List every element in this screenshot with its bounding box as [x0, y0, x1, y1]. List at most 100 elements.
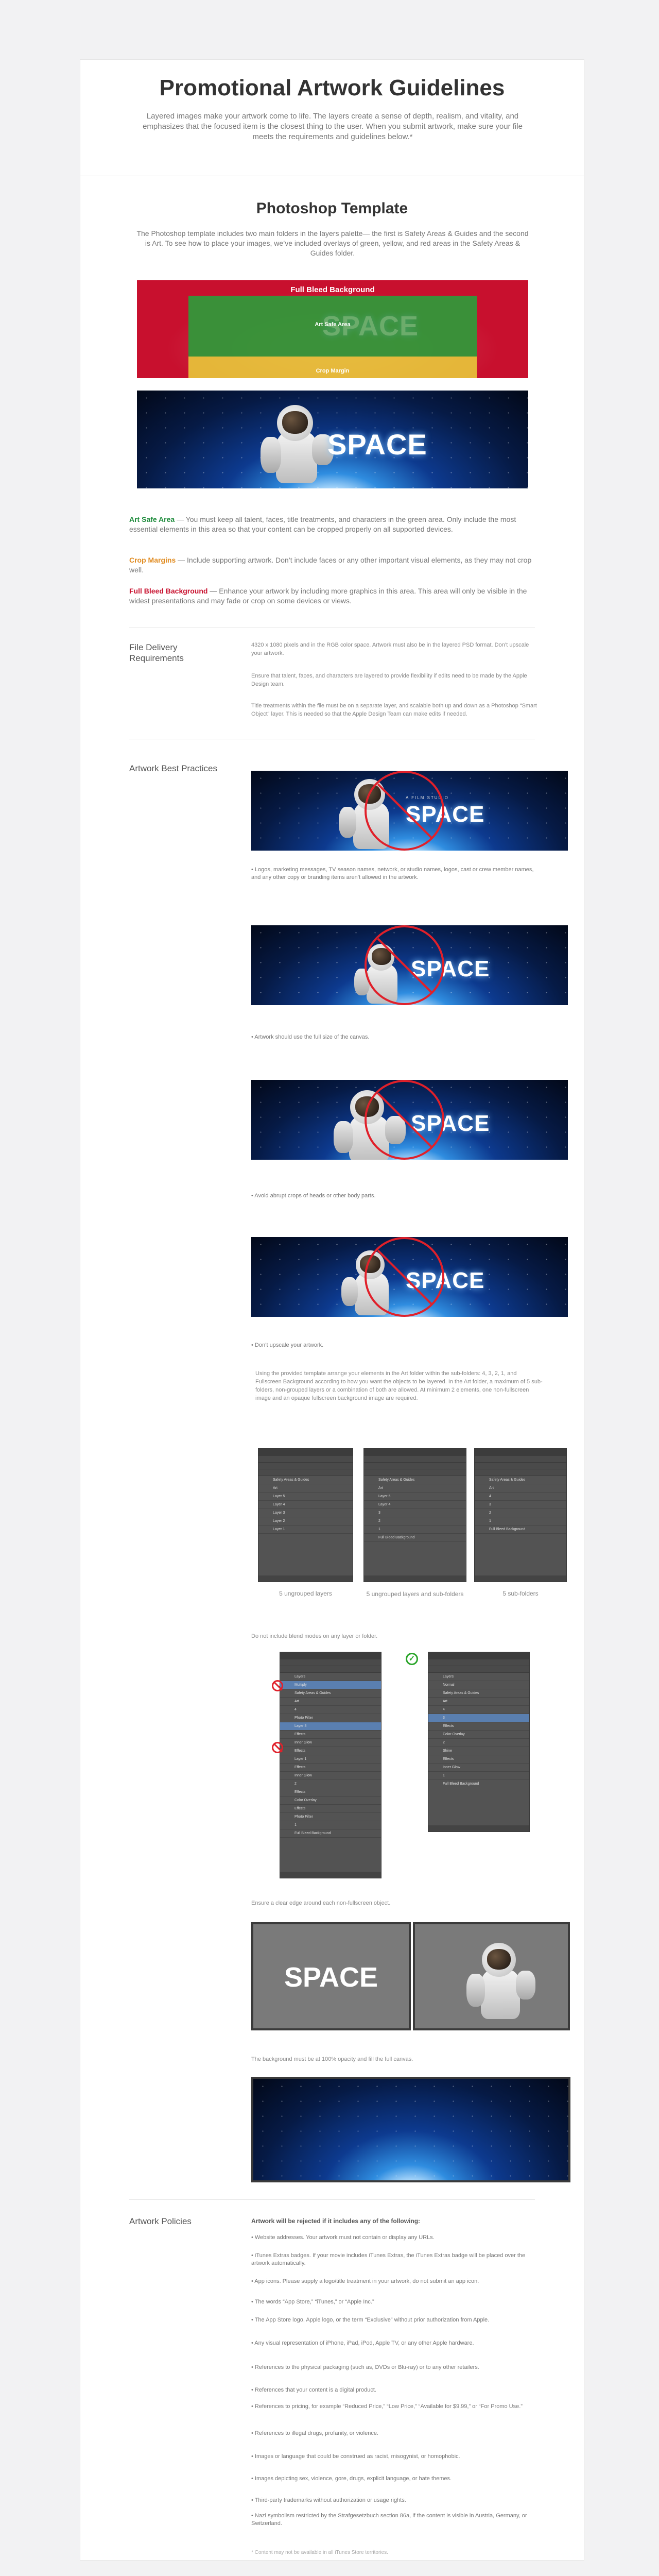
- layer-row: Layer 1: [280, 1755, 381, 1764]
- layers-panel-bad: Layers Multiply Safety Areas & Guides Ar…: [280, 1652, 381, 1878]
- policy-item: • References to the physical packaging (…: [251, 2364, 479, 2370]
- space-title: SPACE: [284, 1962, 378, 1993]
- layers-panel-2: Safety Areas & Guides Art Layer 5 Layer …: [363, 1448, 466, 1582]
- footnote: * Content may not be available in all iT…: [251, 2550, 388, 2555]
- layer-row: Layer 4: [258, 1501, 353, 1509]
- area-text: — Include supporting artwork. Don’t incl…: [129, 556, 532, 574]
- layer-row: Multiply: [280, 1681, 381, 1689]
- page-intro: Layered images make your artwork come to…: [143, 112, 523, 141]
- page-title: Promotional Artwork Guidelines: [159, 75, 505, 100]
- layer-row: Safety Areas & Guides: [364, 1476, 466, 1484]
- layer-row: Inner Glow: [280, 1772, 381, 1780]
- layer-row: Effects: [280, 1747, 381, 1755]
- layer-row: Effects: [280, 1731, 381, 1739]
- layer-row: Layer 4: [364, 1501, 466, 1509]
- prohibited-icon: [272, 1680, 283, 1691]
- best-practices-title: Artwork Best Practices: [129, 764, 217, 773]
- file-delivery-p2: Ensure that talent, faces, and character…: [251, 673, 527, 687]
- prohibited-icon: [365, 1237, 444, 1317]
- example-caption-3: • Avoid abrupt crops of heads or other b…: [251, 1193, 376, 1199]
- layer-row: Art: [364, 1484, 466, 1493]
- layer-row: Layers: [280, 1673, 381, 1681]
- example-banner-4: SPACE: [251, 1237, 568, 1317]
- policies-title: Artwork Policies: [129, 2216, 192, 2226]
- layer-row: Color Overlay: [428, 1731, 529, 1739]
- layer-row: 4: [280, 1706, 381, 1714]
- template-space-banner: SPACE: [137, 391, 528, 488]
- policy-item: • iTunes Extras badges. If your movie in…: [251, 2252, 526, 2266]
- layer-row: Full Bleed Background: [364, 1534, 466, 1542]
- layer-row: Layer 1: [258, 1526, 353, 1534]
- layer-row: Photo Filter: [280, 1813, 381, 1821]
- layer-row: Safety Areas & Guides: [280, 1689, 381, 1698]
- policy-item: • Images or language that could be const…: [251, 2453, 460, 2460]
- prohibited-icon: [365, 925, 444, 1005]
- layer-row: 3: [475, 1501, 566, 1509]
- policy-item: • Website addresses. Your artwork must n…: [251, 2234, 435, 2241]
- layer-row: 1: [428, 1772, 529, 1780]
- layer-row: Safety Areas & Guides: [475, 1476, 566, 1484]
- prohibited-icon: [365, 1080, 444, 1160]
- layer-row: Normal: [428, 1681, 529, 1689]
- example-caption-4: • Don’t upscale your artwork.: [251, 1342, 324, 1348]
- layer-row: Layer 3: [258, 1509, 353, 1517]
- policy-item: • The App Store logo, Apple logo, or the…: [251, 2317, 490, 2323]
- area-crop: Crop Margins — Include supporting artwor…: [129, 555, 536, 575]
- check-icon: ✓: [406, 1653, 418, 1665]
- layer-row: Photo Filter: [280, 1714, 381, 1722]
- layer-row: Art: [258, 1484, 353, 1493]
- file-delivery-p1: 4320 x 1080 pixels and in the RGB color …: [251, 642, 529, 656]
- template-overlay-banner: Full Bleed Background Crop Margin SPACE …: [137, 280, 528, 378]
- blend-modes-text: Do not include blend modes on any layer …: [251, 1633, 378, 1639]
- area-name: Art Safe Area: [129, 515, 175, 523]
- astronaut-image: [466, 1940, 539, 2022]
- layer-row: Color Overlay: [280, 1797, 381, 1805]
- divider: [129, 2199, 535, 2200]
- policy-item: • References to illegal drugs, profanity…: [251, 2430, 378, 2436]
- example-caption-1: • Logos, marketing messages, TV season n…: [251, 867, 534, 880]
- background-text: The background must be at 100% opacity a…: [251, 2056, 413, 2062]
- layer-row: 1: [280, 1821, 381, 1829]
- layer-row: 1: [364, 1526, 466, 1534]
- policy-item: • References that your content is a digi…: [251, 2387, 376, 2393]
- layer-row: Inner Glow: [428, 1764, 529, 1772]
- layer-row: Art: [280, 1698, 381, 1706]
- layer-row: Safety Areas & Guides: [258, 1476, 353, 1484]
- layer-row: Layer 5: [364, 1493, 466, 1501]
- background-example: [251, 2077, 570, 2182]
- policies-heading: Artwork will be rejected if it includes …: [251, 2217, 421, 2225]
- prohibited-icon: [365, 771, 444, 851]
- crop-margin-label: Crop Margin: [316, 368, 350, 374]
- full-bleed-label: Full Bleed Background: [290, 285, 375, 294]
- area-name: Crop Margins: [129, 556, 176, 564]
- policy-item: • Images depicting sex, violence, gore, …: [251, 2476, 452, 2482]
- layer-row: 2: [428, 1739, 529, 1747]
- art-safe-area: SPACE Art Safe Area: [188, 296, 477, 357]
- layer-row: Inner Glow: [280, 1739, 381, 1747]
- panel-caption-1: 5 ungrouped layers: [279, 1590, 332, 1597]
- policy-item: • App icons. Please supply a logo/title …: [251, 2278, 479, 2284]
- example-banner-1: A FILM STUDIO SPACE: [251, 771, 568, 851]
- layer-row: Art: [475, 1484, 566, 1493]
- layer-row: Full Bleed Background: [280, 1829, 381, 1838]
- area-text: — You must keep all talent, faces, title…: [129, 515, 516, 533]
- art-safe-label: Art Safe Area: [315, 321, 351, 328]
- clear-edge-text: Ensure a clear edge around each non-full…: [251, 1900, 391, 1906]
- example-banner-3: SPACE: [251, 1080, 568, 1160]
- layer-row: 2: [280, 1780, 381, 1788]
- panel-caption-3: 5 sub-folders: [502, 1590, 539, 1597]
- layer-row: 1: [475, 1517, 566, 1526]
- layers-panel-good: Layers Normal Safety Areas & Guides Art …: [428, 1652, 530, 1832]
- file-delivery-p3: Title treatments within the file must be…: [251, 703, 537, 717]
- template-title: Photoshop Template: [256, 200, 408, 217]
- example-banner-2: SPACE: [251, 925, 568, 1005]
- layer-row: 2: [475, 1509, 566, 1517]
- layer-row: Safety Areas & Guides: [428, 1689, 529, 1698]
- area-art-safe: Art Safe Area — You must keep all talent…: [129, 515, 536, 534]
- layers-panel-3: Safety Areas & Guides Art 4 3 2 1 Full B…: [474, 1448, 567, 1582]
- clear-edge-title-box: SPACE: [251, 1922, 411, 2030]
- policy-item: • Nazi symbolism restricted by the Straf…: [251, 2513, 527, 2527]
- policy-item: • Third-party trademarks without authori…: [251, 2497, 406, 2503]
- layer-row: Effects: [280, 1805, 381, 1813]
- layer-row: 3: [428, 1714, 529, 1722]
